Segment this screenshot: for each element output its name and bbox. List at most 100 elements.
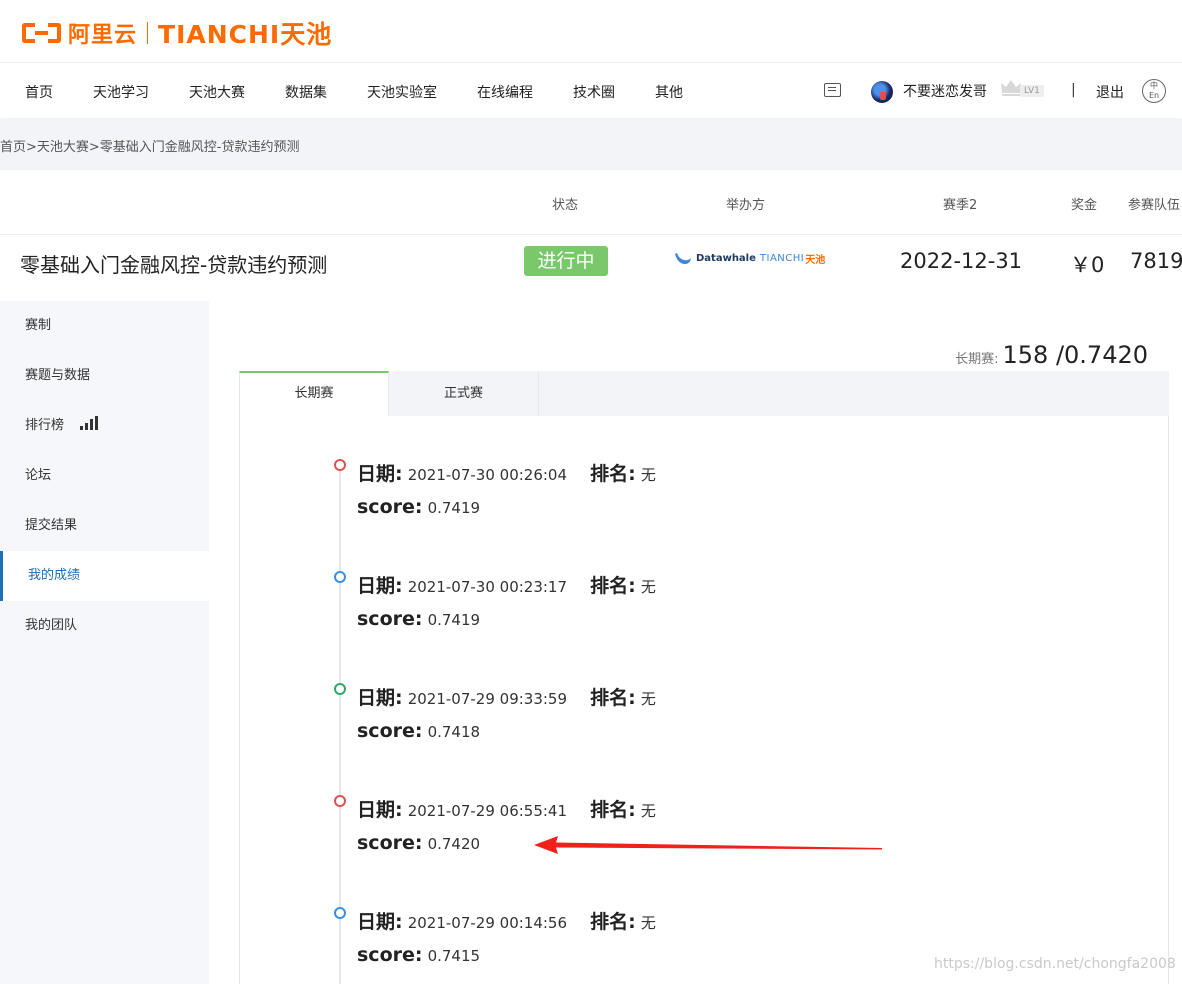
annotation-arrow-icon [534, 836, 882, 854]
crown-icon [1001, 80, 1021, 96]
sidebar-item-forum[interactable]: 论坛 [0, 451, 209, 501]
list-item: 日期: 2021-07-29 09:33:59 排名: 无 score: 0.7… [330, 680, 830, 760]
tab-bar: 长期赛 正式赛 [239, 371, 1169, 416]
competition-title: 零基础入门金融风控-贷款违约预测 [20, 253, 328, 277]
score-label: score: [357, 496, 423, 518]
message-icon[interactable] [824, 83, 841, 97]
timeline-dot [334, 795, 346, 807]
date-label: 日期: [357, 687, 403, 709]
aliyun-wordmark: 阿里云 [68, 23, 138, 48]
whale-icon [675, 252, 691, 264]
competition-info-header: 状态 举办方 赛季2 奖金 参赛队伍 [0, 170, 1182, 235]
submission-date: 2021-07-29 06:55:41 [407, 802, 568, 820]
submission-score: 0.7415 [427, 947, 481, 965]
submission-score: 0.7418 [427, 723, 481, 741]
status-badge: 进行中 [524, 246, 608, 276]
sidebar-item-label: 赛题与数据 [25, 368, 91, 383]
nav-divider: | [1071, 82, 1076, 98]
lang-zh-label: 中 [1150, 81, 1158, 90]
sidebar-item-label: 排行榜 [25, 418, 65, 433]
score-label: score: [357, 608, 423, 630]
submission-date: 2021-07-29 00:14:56 [407, 914, 568, 932]
sidebar-item-rules[interactable]: 赛制 [0, 301, 209, 351]
sidebar-item-label: 提交结果 [25, 518, 78, 533]
nav-item-competitions[interactable]: 天池大赛 [189, 82, 245, 102]
sidebar-item-my-team[interactable]: 我的团队 [0, 601, 209, 651]
list-item: 日期: 2021-07-29 00:14:56 排名: 无 score: 0.7… [330, 904, 830, 984]
main-nav: 首页 天池学习 天池大赛 数据集 天池实验室 在线编程 技术圈 其他 不要迷恋发… [0, 64, 1182, 118]
header-teams: 参赛队伍 [1128, 198, 1181, 213]
sidebar: 赛制 赛题与数据 排行榜 论坛 提交结果 我的成绩 我的团队 [0, 301, 209, 984]
header-prize: 奖金 [1071, 198, 1098, 213]
language-switch-icon[interactable]: 中 En [1142, 79, 1166, 103]
nav-item-home[interactable]: 首页 [25, 82, 53, 102]
logout-link[interactable]: 退出 [1096, 82, 1124, 102]
logo-divider [147, 22, 149, 44]
header-organizer: 举办方 [726, 198, 766, 213]
timeline-dot [334, 683, 346, 695]
nav-item-lab[interactable]: 天池实验室 [367, 82, 437, 102]
tab-official[interactable]: 正式赛 [389, 371, 539, 416]
nav-item-tech-circle[interactable]: 技术圈 [573, 82, 615, 102]
score-label: score: [357, 720, 423, 742]
submission-date: 2021-07-29 09:33:59 [407, 690, 568, 708]
teams-count: 7819 [1130, 249, 1182, 273]
sidebar-item-label: 我的团队 [25, 618, 78, 633]
timeline-dot [334, 459, 346, 471]
organizer-logo: Datawhale TIANCHI 天池 [674, 251, 825, 266]
rank-value: 158 /0.7420 [1002, 341, 1149, 369]
score-label: score: [357, 832, 423, 854]
rank-item-label: 排名: [590, 575, 636, 597]
date-label: 日期: [357, 911, 403, 933]
avatar[interactable] [871, 81, 893, 103]
rank-label: 长期赛: [955, 352, 999, 367]
sidebar-item-my-scores[interactable]: 我的成绩 [0, 551, 209, 601]
tab-long-term[interactable]: 长期赛 [239, 371, 389, 416]
header-status: 状态 [552, 198, 579, 213]
rank-item-label: 排名: [590, 687, 636, 709]
score-timeline-panel: 日期: 2021-07-30 00:26:04 排名: 无 score: 0.7… [239, 416, 1169, 984]
sidebar-item-label: 论坛 [25, 468, 52, 483]
sidebar-item-label: 我的成绩 [28, 568, 81, 583]
breadcrumb-text[interactable]: 首页>天池大赛>零基础入门金融风控-贷款违约预测 [0, 136, 299, 155]
submission-rank: 无 [640, 578, 656, 596]
submission-date: 2021-07-30 00:26:04 [407, 466, 568, 484]
aliyun-logo-icon [22, 19, 62, 47]
rank-item-label: 排名: [590, 463, 636, 485]
bar-chart-icon [80, 416, 99, 430]
aliyun-logo[interactable]: 阿里云 TIANCHI天池 [22, 15, 332, 51]
organizer-tianchi: TIANCHI [759, 253, 805, 264]
submission-rank: 无 [640, 802, 656, 820]
username[interactable]: 不要迷恋发哥 [903, 81, 987, 101]
list-item: 日期: 2021-07-30 00:26:04 排名: 无 score: 0.7… [330, 456, 830, 536]
nav-item-learn[interactable]: 天池学习 [93, 82, 149, 102]
submission-score: 0.7419 [427, 499, 481, 517]
rank-summary: 长期赛: 158 /0.7420 [955, 341, 1148, 369]
timeline-dot [334, 571, 346, 583]
sidebar-item-leaderboard[interactable]: 排行榜 [0, 401, 209, 451]
breadcrumb: 首页>天池大赛>零基础入门金融风控-贷款违约预测 [0, 119, 1182, 170]
submission-date: 2021-07-30 00:23:17 [407, 578, 568, 596]
organizer-tianchi-cn: 天池 [805, 255, 826, 266]
submission-score: 0.7420 [427, 835, 481, 853]
sidebar-item-label: 赛制 [25, 318, 52, 333]
score-label: score: [357, 944, 423, 966]
prize-value: ￥0 [1070, 253, 1105, 277]
nav-item-other[interactable]: 其他 [655, 82, 683, 102]
sidebar-item-problem-data[interactable]: 赛题与数据 [0, 351, 209, 401]
submission-score: 0.7419 [427, 611, 481, 629]
nav-item-coding[interactable]: 在线编程 [477, 82, 533, 102]
tianchi-wordmark: TIANCHI天池 [158, 20, 333, 49]
submission-rank: 无 [640, 690, 656, 708]
level-badge: LV1 [1020, 85, 1044, 97]
sidebar-item-submit[interactable]: 提交结果 [0, 501, 209, 551]
competition-info-row: 零基础入门金融风控-贷款违约预测 进行中 Datawhale TIANCHI 天… [0, 236, 1182, 286]
submission-rank: 无 [640, 914, 656, 932]
season-end-date: 2022-12-31 [900, 249, 1023, 273]
date-label: 日期: [357, 463, 403, 485]
date-label: 日期: [357, 575, 403, 597]
rank-item-label: 排名: [590, 911, 636, 933]
lang-en-label: En [1148, 91, 1160, 100]
rank-item-label: 排名: [590, 799, 636, 821]
nav-item-datasets[interactable]: 数据集 [285, 82, 327, 102]
